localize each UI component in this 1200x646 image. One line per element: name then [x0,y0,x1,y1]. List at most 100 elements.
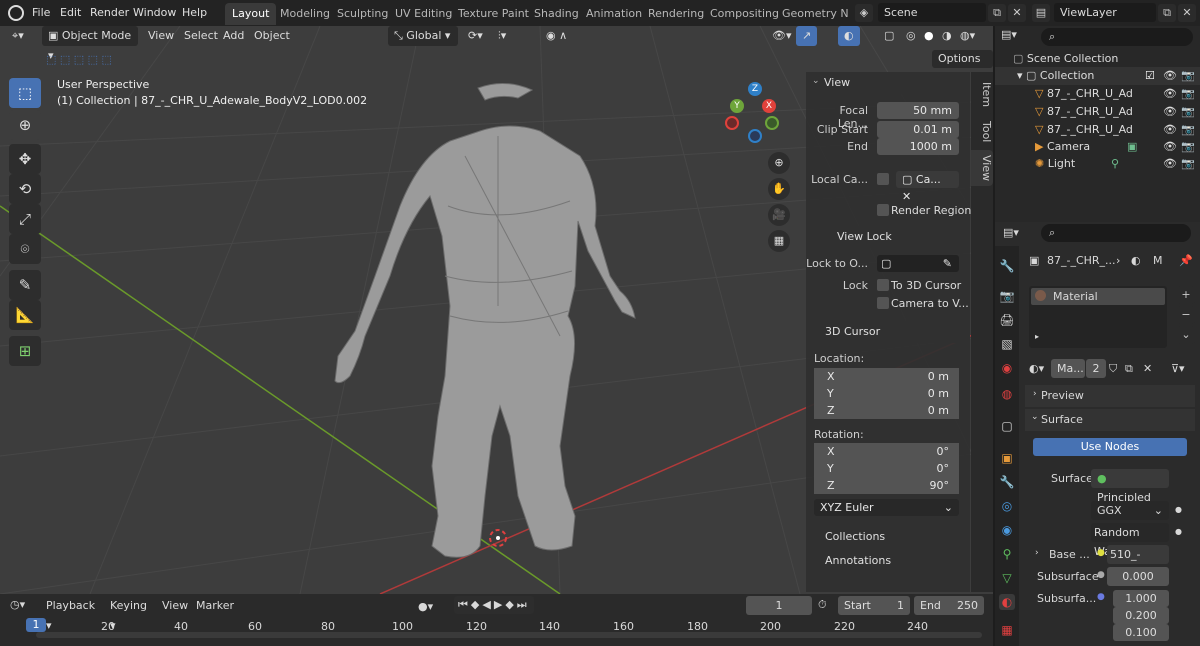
rotation-z-field[interactable]: Z 90° [814,477,959,494]
tab-texture-paint[interactable]: Texture Paint [451,3,536,25]
rotation-mode-dropdown[interactable]: XYZ Euler ⌄ [814,499,959,516]
light-data-icon[interactable]: ⚲ [1111,155,1119,173]
render-region-checkbox[interactable] [877,204,889,216]
scale-tool[interactable]: ⤢ [9,204,41,234]
material-users-count[interactable]: 2 [1086,359,1106,378]
gizmo-y-icon[interactable]: Y [730,99,744,113]
constraints-tab-icon[interactable]: ⚲ [999,546,1015,562]
tab-compositing[interactable]: Compositing [703,3,786,25]
snap-icon[interactable]: ⫶▾ [492,26,512,46]
new-viewlayer-icon[interactable]: ⧉ [1158,4,1176,22]
record-icon[interactable]: ●▾ [418,600,433,613]
measure-tool[interactable]: 📐 [9,300,41,330]
outliner-item-light[interactable]: ✺ Light ⚲ 👁 📷 [995,155,1200,173]
menu-help[interactable]: Help [182,6,207,19]
render-icon[interactable]: 📷 [1181,121,1195,139]
location-z-field[interactable]: Z0 m [814,402,959,419]
options-button[interactable]: Options ▾ [932,50,993,83]
menu-object[interactable]: Object [248,26,296,46]
gizmo-neg-z-icon[interactable] [748,129,762,143]
view-section-header[interactable]: View [806,72,970,94]
local-camera-checkbox[interactable] [877,173,889,185]
collection-tab-icon[interactable]: ▢ [999,418,1015,434]
rotation-x-field[interactable]: X 0° [814,443,959,460]
remove-viewlayer-icon[interactable]: ✕ [1178,4,1196,22]
lock-camera-checkbox[interactable] [877,297,889,309]
material-tab-icon[interactable]: ◐ [999,594,1015,610]
tab-geometry-nodes[interactable]: Geometry Noc [775,3,849,25]
render-tab-icon[interactable]: 📷 [999,288,1015,304]
cursor-section-header[interactable]: 3D Cursor [806,321,970,343]
scene-selector[interactable]: Scene [878,3,986,22]
pan-hand-icon[interactable]: ✋ [768,178,790,200]
tool-tab-icon[interactable]: 🔧 [999,258,1015,274]
world-tab-icon[interactable]: ◍ [999,386,1015,402]
outliner-item[interactable]: ▽ 87_-_CHR_U_Ad 👁 📷 [995,121,1200,139]
camera-data-icon[interactable]: ▣ [1127,138,1137,156]
timeline-editor-icon[interactable]: ◷▾ [10,598,25,611]
gizmo-toggle-icon[interactable]: ↗ [796,26,818,46]
material-browse-icon[interactable]: ◐▾ [1029,362,1044,375]
render-icon[interactable]: 📷 [1181,85,1195,103]
transform-tool[interactable]: ⌾ [9,234,41,264]
xray-icon[interactable]: ▢ [878,26,900,46]
add-cube-tool[interactable]: ⊞ [9,336,41,366]
output-tab-icon[interactable]: 🖨 [999,312,1015,328]
menu-file[interactable]: File [32,6,50,19]
prev-keyframe-icon[interactable]: ◆ [471,598,482,611]
subsurface-field[interactable]: 0.000 [1107,567,1169,586]
playhead[interactable]: 1 [26,618,46,632]
menu-render[interactable]: Render [90,6,129,19]
material-slot-item[interactable]: Material [1031,288,1165,305]
transform-orientation[interactable]: ⤡ Global ▾ [388,26,458,46]
tab-rendering[interactable]: Rendering [641,3,711,25]
outliner-item[interactable]: ▽ 87_-_CHR_U_Ad 👁 📷 [995,85,1200,103]
chevron-down-icon[interactable]: ▾ [1017,69,1026,82]
remove-slot-icon[interactable]: − [1177,306,1195,324]
data-tab-icon[interactable]: ▽ [999,570,1015,586]
outliner-item-camera[interactable]: ▶ Camera ▣ 👁 📷 [995,138,1200,156]
unlink-icon[interactable]: ✕ [1143,362,1152,375]
editor-type-icon[interactable]: ⌖▾ [6,26,30,46]
render-icon[interactable]: 📷 [1181,67,1195,85]
surface-section-header[interactable]: Surface [1025,409,1195,431]
subsurface-method-dropdown[interactable]: Random Walk [1091,523,1169,558]
play-icon[interactable]: ▶ [494,598,505,611]
menu-view[interactable]: View [142,26,180,46]
pivot-icon[interactable]: ⟳▾ [462,26,489,46]
eye-icon[interactable]: 👁 [1163,67,1177,85]
location-x-field[interactable]: X0 m [814,368,959,385]
mode-selector[interactable]: ▣ Object Mode ▾ [42,26,138,62]
outliner-scene-collection[interactable]: ▢ Scene Collection [995,50,1200,68]
gizmo-x-icon[interactable]: X [762,99,776,113]
play-reverse-icon[interactable]: ◀ [482,598,493,611]
pin-icon[interactable]: 📌 [1179,254,1193,267]
menu-window[interactable]: Window [133,6,176,19]
tab-item[interactable]: Item [971,76,993,114]
gizmo-neg-y-icon[interactable] [765,116,779,130]
tab-layout[interactable]: Layout [225,3,277,25]
radius-y-field[interactable]: 0.200 [1113,607,1169,624]
clip-start-field[interactable]: 0.01 m [877,121,959,138]
fake-user-icon[interactable]: ⛉ [1109,362,1117,376]
tab-tool[interactable]: Tool [971,116,993,148]
properties-search-input[interactable]: ⌕ [1041,224,1191,242]
rotation-y-field[interactable]: Y 0° [814,460,959,477]
remove-scene-icon[interactable]: ✕ [1008,4,1026,22]
perspective-toggle-icon[interactable]: ▦ [768,230,790,252]
material-name-field[interactable]: Ma... [1051,359,1085,378]
tab-sculpting[interactable]: Sculpting [330,3,395,25]
outliner-search-input[interactable]: ⌕ [1041,28,1193,46]
material-type-icon[interactable]: ⊽▾ [1171,362,1185,375]
current-frame-field[interactable]: 1 [746,596,812,615]
end-frame-field[interactable]: End 250 [914,596,984,615]
texture-tab-icon[interactable]: ▦ [999,622,1015,638]
tab-view[interactable]: View [971,150,993,186]
gizmo-neg-x-icon[interactable] [725,116,739,130]
outliner-editor-icon[interactable]: ▤▾ [1001,28,1017,41]
marker-menu[interactable]: Marker [190,596,240,616]
eye-icon[interactable]: 👁 [1163,85,1177,103]
lock-cursor-checkbox[interactable] [877,279,889,291]
eye-icon[interactable]: 👁 [1163,103,1177,121]
view-layer-tab-icon[interactable]: ▧ [999,336,1015,352]
